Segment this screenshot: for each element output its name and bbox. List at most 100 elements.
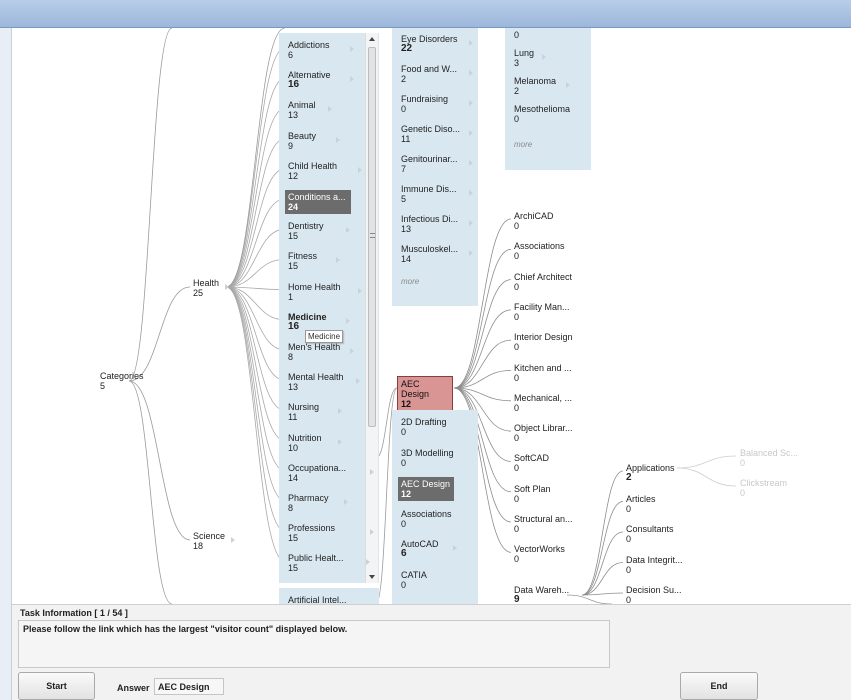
tree-node-medicine[interactable]: Medicine 16 xyxy=(288,312,350,332)
tree-node-mechanical[interactable]: Mechanical, ... 0 xyxy=(514,393,572,413)
tree-node-data-warehouse[interactable]: Data Wareh... 9 xyxy=(514,585,569,604)
tree-node-categories[interactable]: Categories 5 xyxy=(100,371,144,391)
task-panel: Task Information [ 1 / 54 ] Please follo… xyxy=(12,604,851,700)
tree-node-object-librar[interactable]: Object Librar... 0 xyxy=(514,423,573,443)
tree-node-kitchen-and[interactable]: Kitchen and ... 0 xyxy=(514,363,572,383)
node-label: Artificial Intel... xyxy=(288,595,347,604)
node-count: 14 xyxy=(288,472,299,483)
tree-node-fitness[interactable]: Fitness 15 xyxy=(288,251,340,272)
tree-node-fundraising[interactable]: Fundraising 0 xyxy=(401,94,473,114)
node-count: 11 xyxy=(401,134,411,144)
tree-node-clickstream[interactable]: Clickstream 0 xyxy=(740,478,787,498)
start-button[interactable]: Start xyxy=(18,672,95,700)
node-label: Pharmacy xyxy=(288,493,329,503)
tree-node-mesothelioma[interactable]: Mesothelioma 0 xyxy=(514,104,570,124)
expand-arrow-icon xyxy=(346,317,350,324)
tree-node-journals[interactable]: Journals0 xyxy=(514,28,548,40)
end-button[interactable]: End xyxy=(680,672,758,700)
tree-node-applications[interactable]: Applications 2 xyxy=(626,463,675,483)
node-label: Animal xyxy=(288,100,316,111)
tree-node-nutrition[interactable]: Nutrition 10 xyxy=(288,433,342,453)
tree-node-addictions[interactable]: Addictions 6 xyxy=(288,40,354,60)
answer-label: Answer xyxy=(117,683,150,693)
node-label: Food and W... xyxy=(401,64,458,74)
tree-node-3d-modelling[interactable]: 3D Modelling 0 xyxy=(401,448,454,468)
tree-node-beauty[interactable]: Beauty 9 xyxy=(288,130,340,151)
selected-node-aec-design[interactable]: AEC Design 12 xyxy=(397,376,453,412)
node-count: 0 xyxy=(740,458,746,468)
tree-node-musculoskel[interactable]: Musculoskel... 14 xyxy=(401,244,473,264)
expand-arrow-icon xyxy=(469,220,473,226)
node-count: 5 xyxy=(100,381,106,391)
node-label: Data Integrit... xyxy=(626,554,683,565)
tree-node-public-healt[interactable]: Public Healt... 15 xyxy=(288,553,370,573)
tree-node-balanced-sc[interactable]: Balanced Sc... 0 xyxy=(740,448,798,468)
tree-node-aec-design[interactable]: AEC Design 12 xyxy=(398,477,454,501)
tree-node-occupationa[interactable]: Occupationa... 14 xyxy=(288,463,374,483)
tree-node-artificial-intel[interactable]: Artificial Intel... xyxy=(288,595,347,604)
tree-node-chief-architect[interactable]: Chief Architect 0 xyxy=(514,272,572,292)
node-count: 15 xyxy=(288,261,299,272)
tree-node-eye-disorders[interactable]: Eye Disorders 22 xyxy=(401,34,473,54)
tree-node-vectorworks[interactable]: VectorWorks 0 xyxy=(514,544,565,564)
tree-node-associations[interactable]: Associations 0 xyxy=(401,509,452,529)
node-label: Articles xyxy=(626,493,656,504)
tree-node-consultants[interactable]: Consultants 0 xyxy=(626,524,674,544)
tree-link xyxy=(225,286,286,472)
tree-node-interior-design[interactable]: Interior Design 0 xyxy=(514,332,573,352)
tree-node-melanoma[interactable]: Melanoma 2 xyxy=(514,76,570,96)
expand-arrow-icon xyxy=(469,130,473,136)
health-panel-scrollbar[interactable] xyxy=(365,33,378,583)
tree-node-men-s-health[interactable]: Men's Health 8 xyxy=(288,342,354,362)
node-count: 12 xyxy=(288,170,299,181)
tree-node-decision-su[interactable]: Decision Su... 0 xyxy=(626,585,682,604)
conditions-more-link[interactable]: more xyxy=(401,277,419,287)
tree-node-professions[interactable]: Professions 15 xyxy=(288,523,374,543)
answer-field[interactable]: AEC Design xyxy=(154,678,224,695)
cancer-more-link[interactable]: more xyxy=(514,140,532,150)
tree-node-animal[interactable]: Animal 13 xyxy=(288,100,332,120)
tree-node-2d-drafting[interactable]: 2D Drafting 0 xyxy=(401,417,447,437)
tree-node-child-health[interactable]: Child Health 12 xyxy=(288,161,362,181)
tree-node-data-integrit[interactable]: Data Integrit... 0 xyxy=(626,555,683,575)
tree-node-articles[interactable]: Articles 0 xyxy=(626,494,656,514)
node-count: 0 xyxy=(401,427,407,437)
tree-node-immune-dis[interactable]: Immune Dis... 5 xyxy=(401,184,473,204)
expand-arrow-icon xyxy=(469,40,473,46)
tree-node-soft-plan[interactable]: Soft Plan 0 xyxy=(514,484,551,504)
tree-node-mental-health[interactable]: Mental Health 13 xyxy=(288,372,360,392)
tree-canvas: Categories 5 Health 25 Science 18 Medici… xyxy=(12,28,851,604)
tree-node-archicad[interactable]: ArchiCAD 0 xyxy=(514,211,554,231)
tree-node-lung[interactable]: Lung 3 xyxy=(514,48,546,68)
scroll-down-icon[interactable] xyxy=(369,575,375,579)
tree-link xyxy=(225,77,286,288)
node-label: Chief Architect xyxy=(514,271,573,282)
window-titlebar xyxy=(0,0,851,28)
tree-node-genitourinar[interactable]: Genitourinar... 7 xyxy=(401,154,473,174)
tree-node-genetic-diso[interactable]: Genetic Diso... 11 xyxy=(401,124,473,144)
tree-node-catia[interactable]: CATIA 0 xyxy=(401,570,427,590)
tree-node-science[interactable]: Science 18 xyxy=(193,531,236,551)
tree-link xyxy=(225,28,286,288)
node-label: Associations xyxy=(401,508,452,519)
expand-arrow-icon xyxy=(350,76,354,83)
tree-node-softcad[interactable]: SoftCAD 0 xyxy=(514,453,549,473)
tree-node-nursing[interactable]: Nursing 11 xyxy=(288,402,342,422)
tree-node-facility-man[interactable]: Facility Man... 0 xyxy=(514,302,570,322)
expand-arrow-icon xyxy=(346,227,350,234)
tree-node-home-health[interactable]: Home Health 1 xyxy=(288,282,362,302)
tree-node-pharmacy[interactable]: Pharmacy 8 xyxy=(288,493,348,513)
scroll-up-icon[interactable] xyxy=(369,37,375,41)
tree-node-alternative[interactable]: Alternative 16 xyxy=(288,70,354,90)
tree-node-dentistry[interactable]: Dentistry 15 xyxy=(288,221,350,241)
node-count: 0 xyxy=(401,104,407,114)
tree-node-associations[interactable]: Associations 0 xyxy=(514,241,565,261)
tree-node-food-and-w[interactable]: Food and W... 2 xyxy=(401,64,473,84)
tree-node-autocad[interactable]: AutoCAD 6 xyxy=(401,539,457,559)
node-label: Beauty xyxy=(288,130,317,141)
tree-node-infectious-di[interactable]: Infectious Di... 13 xyxy=(401,214,473,234)
tree-node-conditions-a[interactable]: Conditions a... 24 xyxy=(285,190,351,214)
node-label: Science xyxy=(193,531,226,541)
tree-node-structural-an[interactable]: Structural an... 0 xyxy=(514,514,573,534)
tree-node-health[interactable]: Health 25 xyxy=(193,278,230,298)
